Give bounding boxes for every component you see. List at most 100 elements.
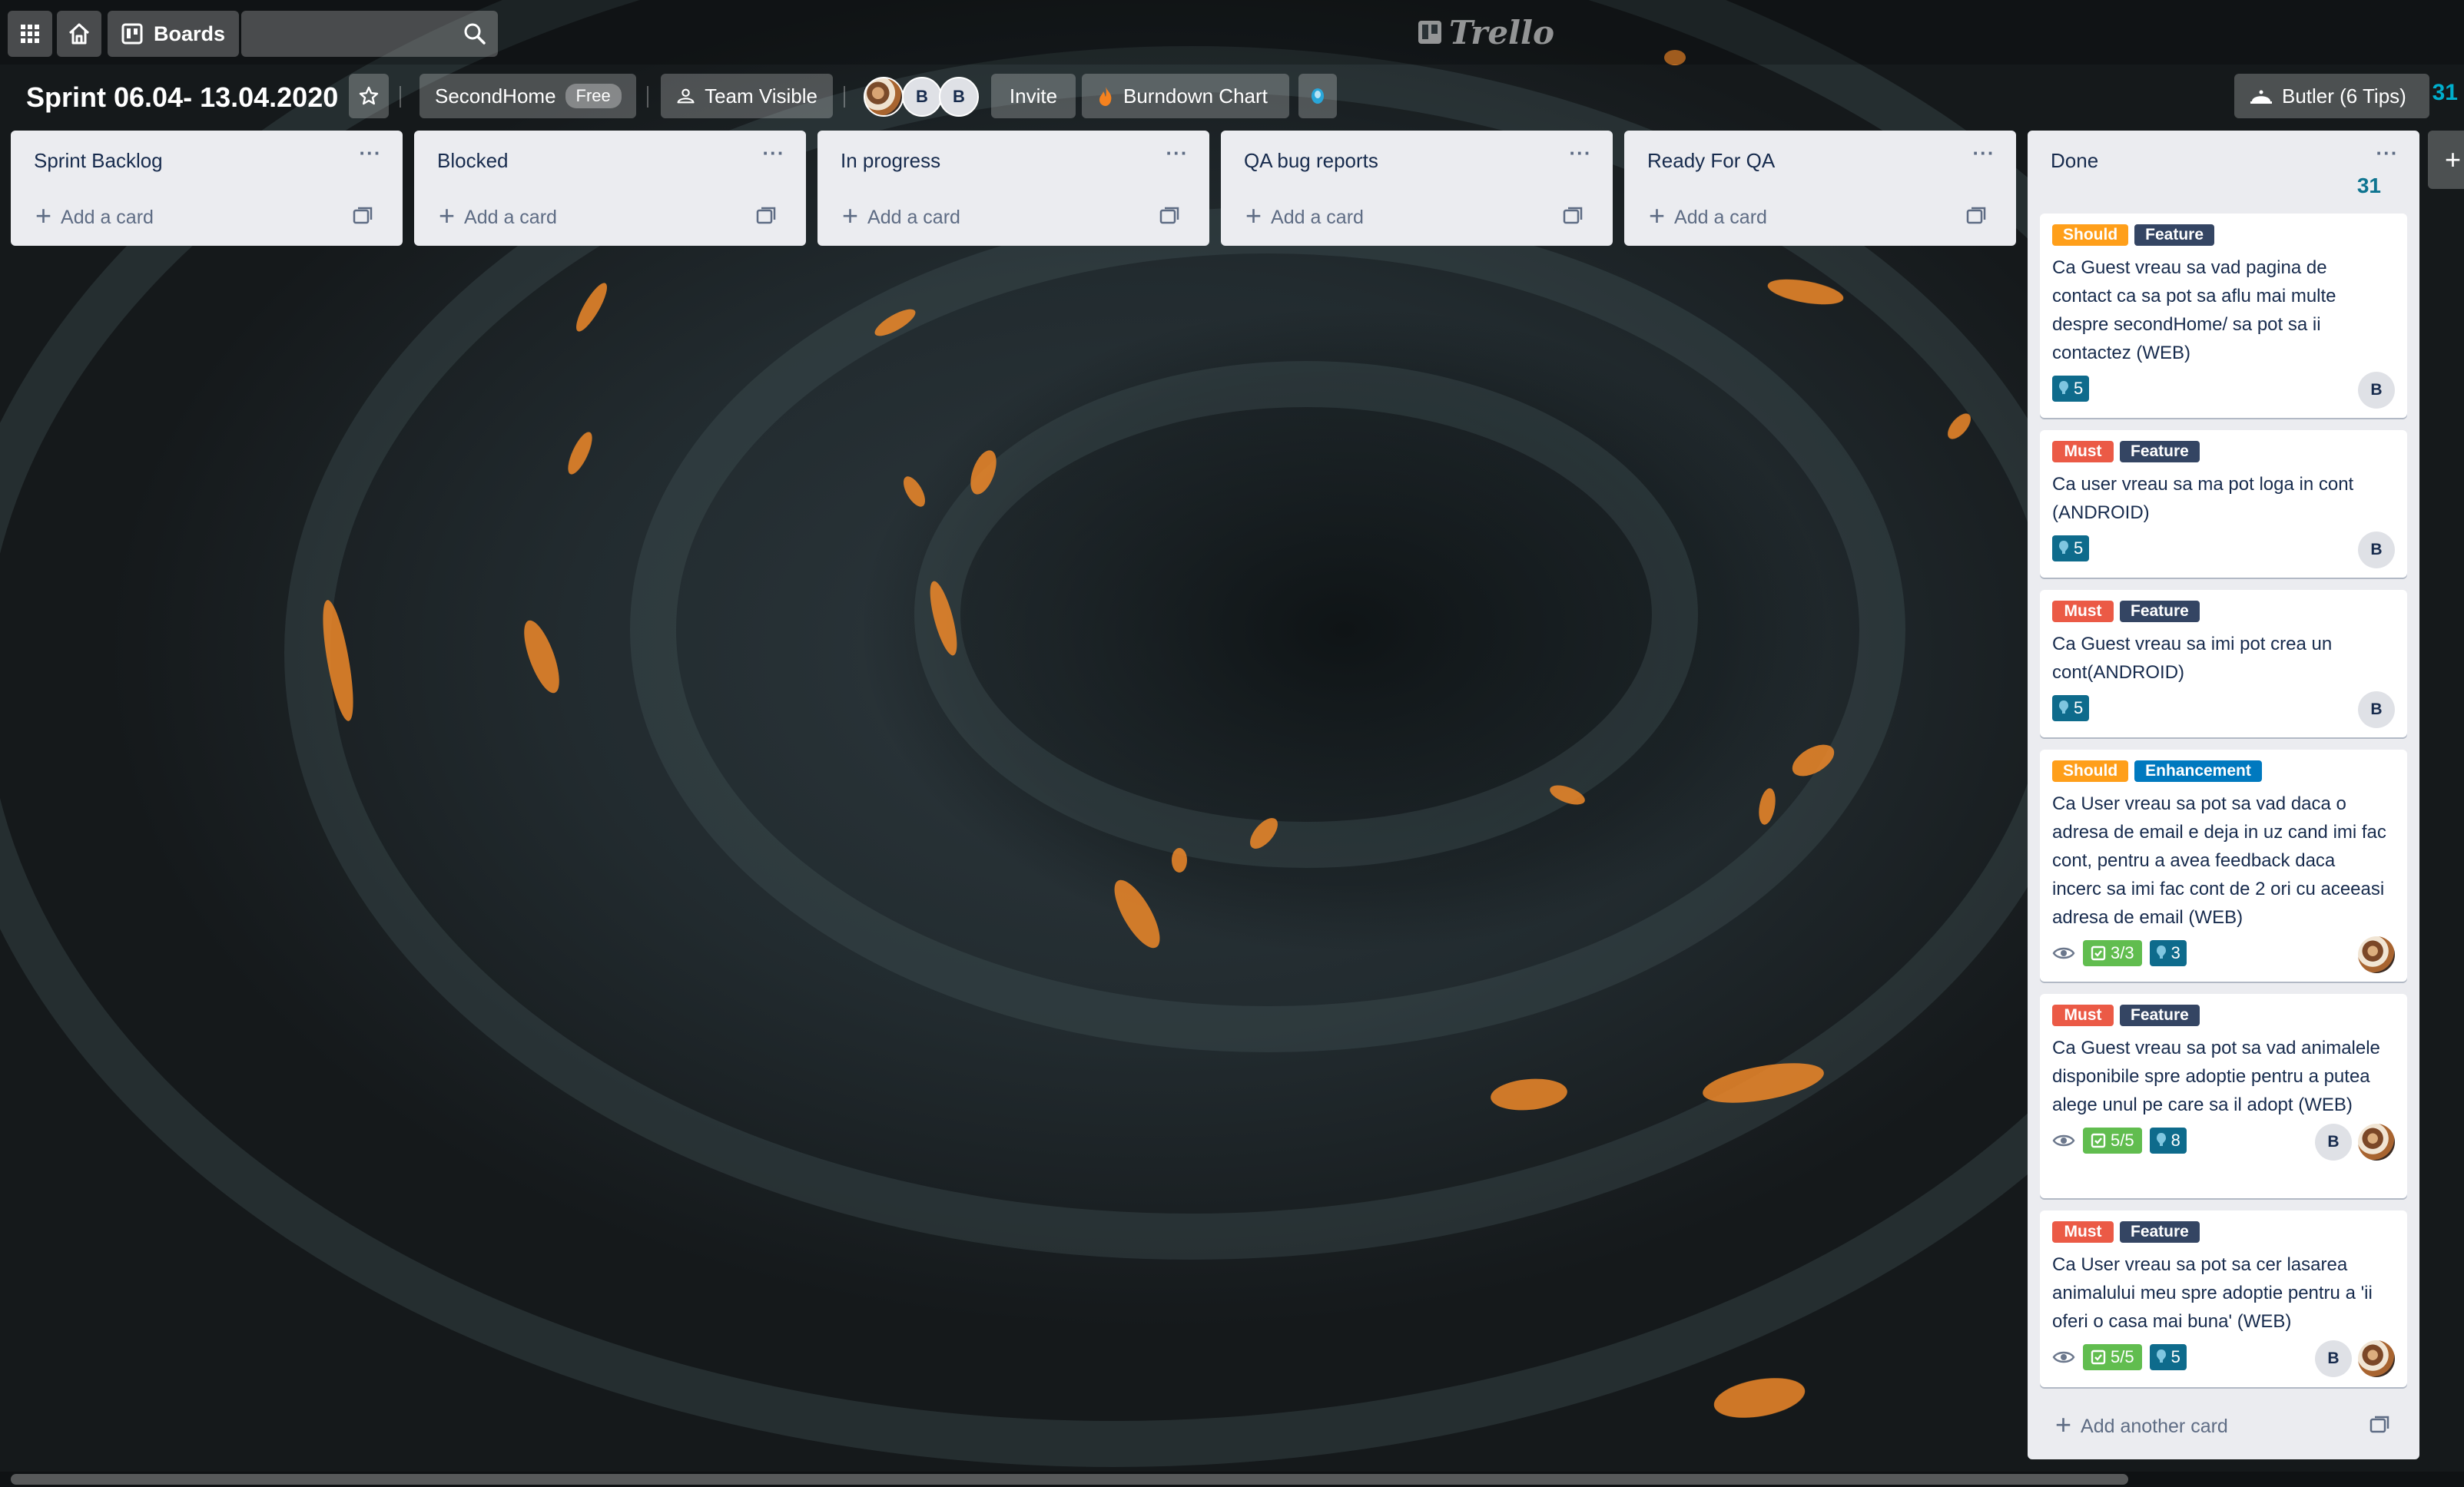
card-member-avatar[interactable] [2358, 936, 2395, 973]
checklist-value: 5/5 [2111, 1347, 2134, 1366]
horizontal-scrollbar[interactable] [0, 1472, 2464, 1487]
flame-icon [1099, 87, 1112, 106]
card[interactable]: Must Feature Ca Guest vreau sa imi pot c… [2040, 590, 2407, 737]
list-ready-for-qa: Ready For QA ··· + Add a card [1624, 131, 2016, 246]
list-menu-icon[interactable]: ··· [2372, 141, 2403, 172]
list-title[interactable]: In progress [841, 149, 940, 173]
powerup-icon [1312, 88, 1324, 104]
label-feature[interactable]: Feature [2134, 224, 2215, 246]
divider [647, 86, 648, 108]
story-points-badge: 8 [2149, 1128, 2187, 1154]
add-card-button[interactable]: + Add a card [1624, 189, 2016, 246]
card[interactable]: Should Feature Ca Guest vreau sa vad pag… [2040, 214, 2407, 418]
card-template-icon[interactable] [1159, 206, 1180, 227]
label-should[interactable]: Should [2052, 760, 2129, 782]
search-input[interactable] [241, 11, 472, 57]
story-points-badge: 5 [2052, 376, 2090, 402]
divider [844, 86, 845, 108]
boards-icon [121, 23, 143, 45]
checkbox-icon [2091, 1133, 2106, 1148]
trello-logo[interactable]: Trello [1417, 11, 1554, 54]
list-title[interactable]: Done [2051, 149, 2098, 173]
butler-label: Butler (6 Tips) [2282, 84, 2406, 108]
points-icon [2156, 1133, 2166, 1146]
team-button[interactable]: SecondHome Free [420, 74, 636, 118]
add-card-button[interactable]: + Add a card [414, 189, 806, 246]
card-member-avatar[interactable]: B [2358, 532, 2395, 568]
list-qa-bug-reports: QA bug reports ··· + Add a card [1221, 131, 1613, 246]
watching-eye-icon [2052, 1134, 2075, 1147]
card-template-icon[interactable] [2369, 1415, 2390, 1436]
member-avatar[interactable]: B [939, 77, 979, 117]
apps-grid-button[interactable] [8, 11, 52, 57]
list-menu-icon[interactable]: ··· [1565, 141, 1596, 172]
card[interactable]: Must Feature Ca user vreau sa ma pot log… [2040, 430, 2407, 578]
add-card-label: Add a card [464, 206, 557, 228]
butler-button[interactable]: Butler (6 Tips) [2234, 74, 2429, 118]
card[interactable]: Must Feature Ca Guest vreau sa pot sa va… [2040, 994, 2407, 1198]
checklist-badge: 3/3 [2083, 940, 2142, 966]
invite-button[interactable]: Invite [991, 74, 1076, 118]
label-should[interactable]: Should [2052, 224, 2129, 246]
plus-icon: + [842, 200, 859, 231]
card[interactable]: Should Enhancement Ca User vreau sa pot … [2040, 750, 2407, 982]
add-card-button[interactable]: + Add a card [817, 189, 1209, 246]
member-avatar[interactable]: B [902, 77, 942, 117]
search-box[interactable] [241, 11, 498, 57]
card-member-avatar[interactable]: B [2358, 372, 2395, 409]
add-another-card-button[interactable]: + Add another card [2028, 1399, 2419, 1453]
star-button[interactable] [349, 74, 389, 118]
list-menu-icon[interactable]: ··· [758, 141, 789, 172]
card-template-icon[interactable] [1562, 206, 1584, 227]
points-icon [2059, 541, 2068, 554]
label-must[interactable]: Must [2052, 1221, 2114, 1243]
scrollbar-thumb[interactable] [11, 1474, 2128, 1485]
list-title[interactable]: Sprint Backlog [34, 149, 163, 173]
home-button[interactable] [57, 11, 101, 57]
burndown-chart-button[interactable]: Burndown Chart [1082, 74, 1289, 118]
add-list-button[interactable]: + [2428, 131, 2464, 189]
label-enhancement[interactable]: Enhancement [2134, 760, 2262, 782]
label-must[interactable]: Must [2052, 441, 2114, 462]
home-icon [68, 23, 90, 45]
top-header: Boards Trello [0, 0, 2464, 65]
label-feature[interactable]: Feature [2120, 441, 2200, 462]
list-menu-icon[interactable]: ··· [355, 141, 386, 172]
card-member-avatar[interactable]: B [2358, 691, 2395, 728]
list-card-count: 31 [2356, 174, 2381, 197]
card-template-icon[interactable] [755, 206, 777, 227]
label-must[interactable]: Must [2052, 1005, 2114, 1026]
card-template-icon[interactable] [352, 206, 373, 227]
card[interactable]: Must Feature Ca User vreau sa pot sa cer… [2040, 1210, 2407, 1387]
card-member-avatar[interactable]: B [2315, 1340, 2352, 1377]
card-member-avatar[interactable] [2358, 1124, 2395, 1161]
list-menu-icon[interactable]: ··· [1968, 141, 1999, 172]
list-title[interactable]: Blocked [437, 149, 509, 173]
add-card-label: Add a card [61, 206, 154, 228]
card-template-icon[interactable] [1965, 206, 1987, 227]
add-card-label: Add a card [1271, 206, 1364, 228]
list-menu-icon[interactable]: ··· [1162, 141, 1192, 172]
label-feature[interactable]: Feature [2120, 601, 2200, 622]
trello-logo-icon [1418, 21, 1441, 44]
list-title[interactable]: Ready For QA [1647, 149, 1775, 173]
boards-button[interactable]: Boards [108, 11, 240, 57]
label-feature[interactable]: Feature [2120, 1005, 2200, 1026]
label-must[interactable]: Must [2052, 601, 2114, 622]
add-card-button[interactable]: + Add a card [11, 189, 403, 246]
visibility-button[interactable]: Team Visible [661, 74, 833, 118]
member-avatar[interactable] [864, 77, 904, 117]
add-card-button[interactable]: + Add a card [1221, 189, 1613, 246]
plus-icon: + [1245, 200, 1262, 231]
board-title[interactable]: Sprint 06.04- 13.04.2020 [26, 78, 338, 117]
checkbox-icon [2091, 1350, 2106, 1365]
card-member-avatar[interactable]: B [2315, 1124, 2352, 1161]
powerup-button[interactable] [1298, 74, 1337, 118]
points-icon [2156, 1350, 2166, 1363]
butler-icon [2250, 90, 2272, 104]
search-icon[interactable] [463, 22, 487, 46]
label-feature[interactable]: Feature [2120, 1221, 2200, 1243]
list-title[interactable]: QA bug reports [1244, 149, 1378, 173]
card-member-avatar[interactable] [2358, 1340, 2395, 1377]
points-icon [2059, 381, 2068, 394]
